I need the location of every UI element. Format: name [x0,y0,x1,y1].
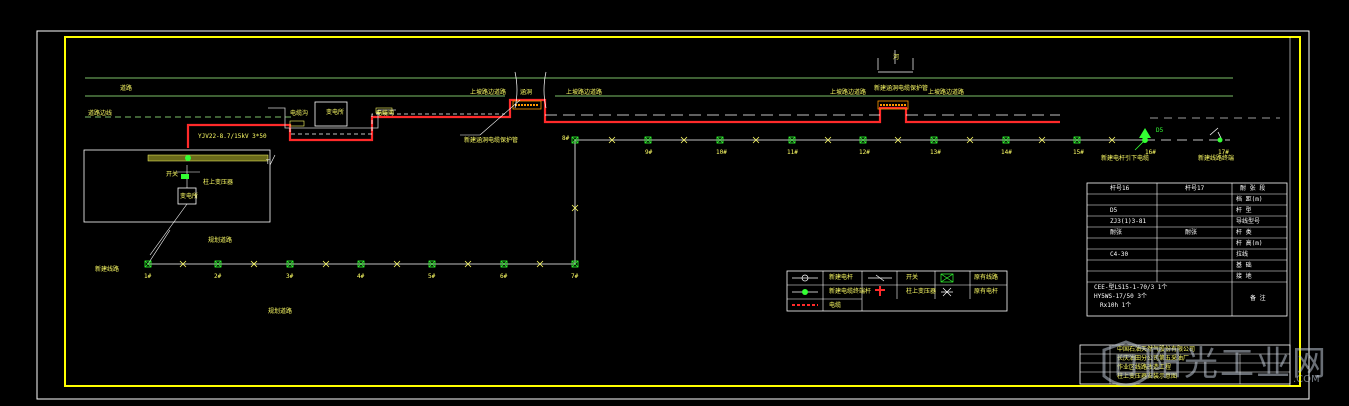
pole-label: 4# [357,273,365,280]
material-1: CEE-型LS15-1-70/3 1个 [1094,284,1168,291]
legend-label-cable: 电缆 [829,302,842,309]
road-label-3: 上坡路边道路 [566,89,603,96]
bridge-label: 河 [893,54,900,61]
pole-label: 11# [787,149,798,156]
legend-old-pole-icon [941,287,953,297]
pole-label: 15# [1073,149,1084,156]
switch-label: 开关 [166,171,179,178]
pole-label: 12# [859,149,870,156]
pole-label: 10# [716,149,727,156]
table-top-label: 耐 张 段 [1240,185,1266,192]
pole-label: 8# [562,135,570,142]
table-cell: 杆 类 [1236,229,1252,236]
table-cell: 杆 高(m) [1236,240,1263,247]
leader-pole-1 [147,229,171,265]
legend-label-terminal: 新建电缆终端杆 [829,288,872,295]
pole-label: 1# [144,273,152,280]
table-header-left: 杆号16 [1110,185,1130,192]
road-label-4: 上坡路边道路 [830,89,867,96]
road-label: 道路 [120,85,133,92]
legend-label-old-pole: 原有电杆 [974,288,999,295]
road-label-6: 上坡路边道路 [470,89,507,96]
legend-label-transformer: 柱上变压器 [906,288,937,295]
legend-switch-icon [868,274,892,282]
transformer-box-label: 变电所 [180,193,199,200]
bottom-note-3: 规划道路 [268,308,293,315]
elbow-marker-1 [289,120,305,127]
cable-spec-label: YJV22-8.7/15kV 3*50 [198,133,267,140]
pole-label: 7# [571,273,579,280]
pole-label: 3# [286,273,294,280]
transformer-feed [149,203,188,256]
table-cell: 基 础 [1236,262,1252,269]
road-label-5: 上坡路边道路 [928,89,965,96]
watermark-sub: .COM [1293,374,1320,385]
mid-span-markers [179,136,1116,268]
legend-transformer-icon [875,286,885,296]
right-note-1: 新建电杆引下电缆 [1101,155,1150,162]
terminal-pole-16-leader [1134,139,1146,151]
table-cell: 杆 型 [1236,207,1252,214]
transformer-label: 柱上变压器 [203,179,234,186]
pole-label: 17# [1218,149,1229,156]
pole-label: 13# [930,149,941,156]
legend-label-switch: 开关 [906,274,919,281]
substation-label: 变电所 [326,109,345,116]
table-cell: 拉线 [1236,251,1249,258]
bottom-note-2: 规划道路 [208,237,233,244]
leader-transformer [269,154,276,166]
bottom-note-1: 新建线路 [95,266,120,273]
pole-label: 6# [500,273,508,280]
table-cell: ZJ3(1)3-81 [1110,218,1147,225]
table-cell: 导线型号 [1236,218,1261,225]
legend-terminal-icon [802,289,808,295]
legend-label-new-pole: 新建电杆 [829,274,854,281]
pole-label: 5# [428,273,436,280]
table-header-right: 杆号17 [1185,185,1205,192]
table-cell: D5 [1110,207,1118,214]
t-label: T [266,159,270,166]
cable-terminal-pole [185,155,191,161]
road-edge-label: 道路边线 [88,110,113,117]
table-cell: 耐张 [1110,229,1123,236]
cable-route [186,98,1060,148]
d5-label: D5 [1156,127,1164,134]
pole-17-dot [1217,137,1223,143]
table-cell: 接 地 [1236,273,1252,280]
material-2: HY5WS-17/50 3个 [1094,293,1147,300]
material-label: 备 注 [1250,295,1266,302]
fence-hatch [147,154,269,162]
switch-symbol [181,174,189,179]
pole-label: 14# [1001,149,1012,156]
material-3: Rx10h 1个 [1100,302,1132,309]
table-cell: 档 距(m) [1236,196,1263,203]
terminal-pole-16-icon [1139,128,1151,138]
culvert-protect-label-right: 新建涵洞电缆保护管 [874,85,929,92]
legend-label-old-line: 原有线路 [974,274,999,281]
table-cell: C4-30 [1110,251,1129,258]
pole-label: 9# [645,149,653,156]
trench-label-1: 电缆沟 [290,110,309,117]
table-cell: 耐张 [1185,229,1198,236]
pole-label: 16# [1145,149,1156,156]
trench-label-2: 电缆沟 [376,110,395,117]
pole-label: 2# [214,273,222,280]
culvert-label: 涵洞 [520,89,533,96]
right-note-2: 新建线路终端 [1198,155,1235,162]
culvert-protect-label-left: 新建涵洞电缆保护管 [464,137,519,144]
